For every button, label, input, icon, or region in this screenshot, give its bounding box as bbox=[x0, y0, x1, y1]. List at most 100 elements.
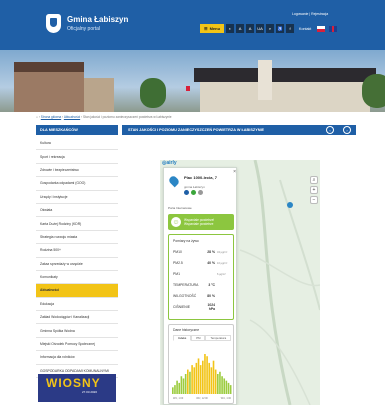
history-bar bbox=[174, 385, 176, 394]
history-date: Wrz, 1:00 bbox=[173, 397, 184, 400]
sidebar-item[interactable]: Gospodarka odpadami (GOO) bbox=[36, 177, 118, 191]
history-bar bbox=[187, 369, 189, 394]
history-tabs: Indeks PM Temperatura bbox=[173, 335, 232, 341]
sidebar-item[interactable]: Miejski Ośrodek Pomocy Społecznej bbox=[36, 338, 118, 352]
map-search-icon[interactable]: ⌕ bbox=[310, 176, 318, 184]
history-bar bbox=[227, 382, 230, 394]
sidebar-item[interactable]: Aktualności bbox=[36, 284, 118, 298]
sidebar-item[interactable]: Zdrowie i bezpieczeństwo bbox=[36, 164, 118, 178]
close-icon[interactable]: × bbox=[233, 169, 236, 175]
history-bar-chart bbox=[172, 354, 232, 394]
font-a-icon[interactable]: A bbox=[236, 24, 245, 33]
reading-label: PM10 bbox=[173, 250, 182, 254]
sidebar-item[interactable]: Karta Dużej Rodziny (KDR) bbox=[36, 217, 118, 231]
coat-of-arms-logo[interactable] bbox=[46, 14, 61, 33]
history-bar bbox=[172, 387, 174, 394]
history-bar bbox=[210, 367, 213, 394]
menu-button[interactable]: ☰ Menu bbox=[200, 24, 225, 33]
history-bar bbox=[193, 367, 196, 394]
sidebar-item[interactable]: Kultura bbox=[36, 137, 118, 151]
prev-icon[interactable]: ‹ bbox=[326, 126, 334, 134]
accessibility-icon[interactable]: ♿ bbox=[276, 24, 285, 33]
reading-unit: 34 µg/m³ bbox=[217, 250, 228, 254]
history-bar bbox=[204, 354, 206, 394]
status-line-2: Wspaniałe powietrze bbox=[184, 222, 214, 226]
sidebar-item[interactable]: Strategia rozwoju miasta bbox=[36, 231, 118, 245]
readings-title: Pomiary na żywo bbox=[173, 239, 199, 243]
reading-row: TEMPERATURA 3 °C bbox=[173, 281, 231, 289]
share-link-icon[interactable] bbox=[191, 190, 196, 195]
reading-value: 1024 hPa bbox=[207, 303, 215, 311]
sensor-location-sub: gmina Łabiszyn bbox=[184, 185, 205, 189]
share-facebook-icon[interactable] bbox=[184, 190, 189, 195]
sensor-link[interactable]: Porta Internetowe bbox=[168, 206, 192, 210]
reading-value: 40 % bbox=[207, 261, 215, 265]
history-date: Wrz, 12:00 bbox=[196, 397, 208, 400]
breadcrumb-item[interactable]: Strona główna bbox=[41, 115, 61, 119]
history-bar bbox=[191, 365, 193, 394]
reading-label: TEMPERATURA bbox=[173, 283, 199, 287]
reading-row: PM1 6 µg/m³ bbox=[173, 270, 231, 278]
home-icon[interactable]: ⌂ bbox=[36, 115, 38, 119]
font-a-plus-icon[interactable]: A bbox=[246, 24, 255, 33]
flag-pl-icon[interactable] bbox=[317, 25, 326, 32]
breadcrumb-item[interactable]: Aktualności bbox=[64, 115, 80, 119]
smile-icon: ☺ bbox=[171, 217, 181, 227]
contrast-icon[interactable]: ◐ bbox=[226, 24, 235, 33]
map-zoom-out-icon[interactable]: − bbox=[310, 196, 318, 204]
site-header: Gmina Łabiszyn Oficjalny portal Logowani… bbox=[0, 0, 385, 50]
reading-unit: 10 µg/m³ bbox=[217, 261, 228, 265]
search-icon[interactable]: ⌕ bbox=[266, 24, 275, 33]
reading-row: PM2.5 40 % 10 µg/m³ bbox=[173, 259, 231, 267]
breadcrumb-current: Stan jakości i poziomu zanieczyszczeń po… bbox=[82, 115, 172, 119]
promo-banner[interactable]: WIOSNY 27.03.2020 bbox=[38, 374, 116, 402]
page-title: STAN JAKOŚCI I POZIOMU ZANIECZYSZCZEŃ PO… bbox=[122, 125, 356, 135]
sidebar-item[interactable]: Oświata bbox=[36, 204, 118, 218]
login-register-links[interactable]: Logowanie | Rejestracja bbox=[292, 12, 328, 16]
sidebar-item[interactable]: Edukacja bbox=[36, 298, 118, 312]
share-icons bbox=[184, 190, 203, 195]
banner-date: 27.03.2020 bbox=[82, 390, 98, 394]
sidebar-item[interactable]: Gminna Spółka Wodna bbox=[36, 324, 118, 338]
flag-en-icon[interactable] bbox=[329, 25, 338, 32]
history-bar bbox=[212, 360, 215, 394]
share-more-icon[interactable] bbox=[198, 190, 203, 195]
sidebar-item[interactable]: Komunikaty bbox=[36, 271, 118, 285]
facebook-icon[interactable]: f bbox=[286, 24, 295, 33]
contact-link[interactable]: Kontakt bbox=[296, 24, 314, 33]
hero-photo bbox=[0, 50, 385, 112]
banner-text: WIOSNY bbox=[46, 376, 101, 390]
sidebar-item[interactable]: Informacja dla rolników bbox=[36, 351, 118, 365]
sidebar-item[interactable]: Zakaz sprzedaży w urzędzie bbox=[36, 258, 118, 271]
sensor-location: Plac 1000-lecia, 7 bbox=[184, 175, 217, 180]
sidebar-item[interactable]: Urzędy i instytucje bbox=[36, 191, 118, 204]
history-panel: Dane historyczne Indeks PM Temperatura W… bbox=[168, 324, 234, 404]
site-subtitle: Oficjalny portal bbox=[67, 26, 101, 32]
reading-value: 80 % bbox=[207, 294, 215, 298]
reading-unit: 6 µg/m³ bbox=[217, 272, 226, 276]
tab-pm[interactable]: PM bbox=[191, 335, 206, 341]
history-bar bbox=[182, 378, 185, 394]
history-bar bbox=[176, 380, 178, 394]
air-status-box: ☺ Wspaniałe powietrze! Wspaniałe powietr… bbox=[168, 214, 234, 230]
reading-label: CIŚNIENIE bbox=[173, 305, 190, 309]
reading-label: WILGOTNOŚĆ bbox=[173, 294, 197, 298]
history-bar bbox=[219, 371, 221, 394]
site-title[interactable]: Gmina Łabiszyn bbox=[67, 15, 128, 24]
next-icon[interactable]: › bbox=[343, 126, 351, 134]
sidebar-item[interactable]: Rodzina 500+ bbox=[36, 244, 118, 258]
ua-icon[interactable]: UA bbox=[256, 24, 265, 33]
history-bar bbox=[221, 376, 223, 394]
header-toolbar: ☰ Menu ◐ A A UA ⌕ ♿ f Kontakt bbox=[200, 24, 338, 33]
location-pin-icon bbox=[167, 174, 181, 188]
history-title: Dane historyczne bbox=[173, 328, 200, 332]
map-zoom-in-icon[interactable]: + bbox=[310, 186, 318, 194]
tab-temperature[interactable]: Temperatura bbox=[205, 335, 232, 341]
history-bar bbox=[214, 369, 217, 394]
sidebar-title: DLA MIESZKAŃCÓW bbox=[36, 125, 118, 135]
history-bar bbox=[180, 376, 183, 394]
history-bar bbox=[178, 382, 181, 394]
sidebar-item[interactable]: Zakład Wodociągów i Kanalizacji bbox=[36, 311, 118, 325]
tab-index[interactable]: Indeks bbox=[173, 335, 192, 341]
sidebar-item[interactable]: Sport i rekreacja bbox=[36, 150, 118, 164]
